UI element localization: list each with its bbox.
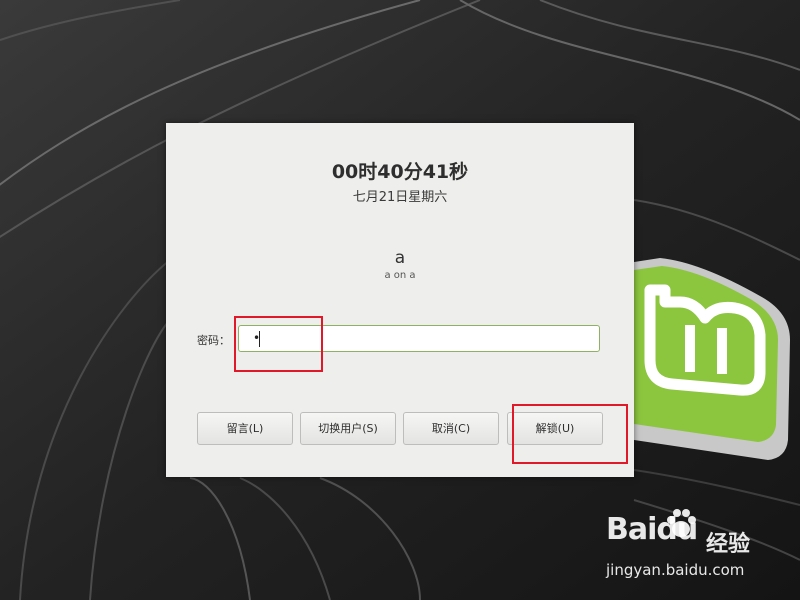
- switch-user-button[interactable]: 切换用户(S): [300, 412, 396, 445]
- password-label: 密码：: [197, 334, 230, 347]
- logout-button[interactable]: 留言(L): [197, 412, 293, 445]
- clock: 00时40分41秒: [331, 161, 469, 183]
- username: a: [394, 248, 406, 268]
- host-line: a on a: [384, 270, 416, 281]
- annotation-box-unlock: [512, 404, 628, 464]
- watermark-brand-suffix: 经验: [706, 532, 751, 557]
- baidu-watermark: Baidu 经验 jingyan.baidu.com: [606, 509, 776, 584]
- desktop: 00时40分41秒 七月21日星期六 a a on a 密码： • 留言(L) …: [0, 0, 800, 600]
- baidu-paw-icon: [667, 509, 696, 537]
- watermark-url: jingyan.baidu.com: [606, 561, 745, 579]
- annotation-box-password: [234, 316, 323, 372]
- date: 七月21日星期六: [352, 190, 448, 205]
- cancel-button[interactable]: 取消(C): [403, 412, 499, 445]
